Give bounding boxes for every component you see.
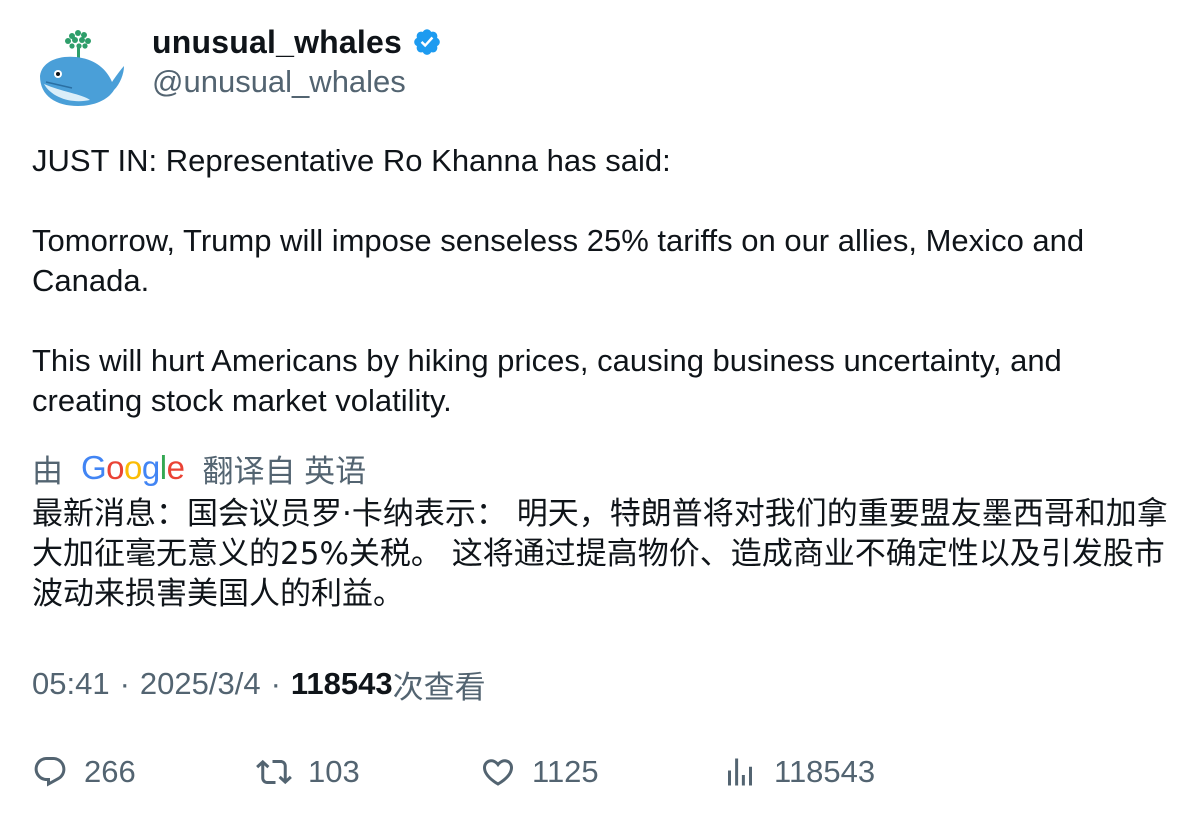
tweet-paragraph: JUST IN: Representative Ro Khanna has sa… [32, 143, 671, 178]
tweet-time[interactable]: 05:41 [32, 666, 110, 702]
repost-icon [256, 759, 292, 785]
repost-count: 103 [308, 754, 360, 789]
tweet-meta: 05:41 · 2025/3/4 · 118543 次查看 [32, 664, 486, 705]
author-names: unusual_whales @unusual_whales [152, 24, 442, 100]
display-name-row: unusual_whales [152, 24, 442, 60]
verified-badge-icon[interactable] [412, 27, 442, 57]
views-count[interactable]: 118543 [291, 666, 393, 702]
heart-icon [482, 759, 514, 786]
views-action-count: 118543 [774, 754, 876, 789]
reply-button[interactable]: 266 [32, 748, 136, 796]
tweet-body: JUST IN: Representative Ro Khanna has sa… [32, 141, 1172, 421]
action-bar: 266 103 1125 118543 [32, 748, 1172, 796]
views-button[interactable]: 118543 [722, 748, 875, 796]
tweet-paragraph: This will hurt Americans by hiking price… [32, 343, 1062, 418]
whale-logo-icon[interactable] [32, 24, 128, 120]
reply-count: 266 [84, 754, 136, 789]
translated-text: 最新消息：国会议员罗·卡纳表示： 明天，特朗普将对我们的重要盟友墨西哥和加拿大加… [32, 496, 1168, 612]
meta-separator: · [119, 666, 130, 701]
tweet-date[interactable]: 2025/3/4 [140, 666, 261, 702]
translation-source-language: 翻译自 英语 [202, 453, 367, 489]
tweet-paragraph: Tomorrow, Trump will impose senseless 25… [32, 223, 1085, 298]
tweet-header: unusual_whales @unusual_whales [32, 24, 442, 120]
repost-button[interactable]: 103 [256, 748, 360, 796]
analytics-icon [728, 758, 752, 786]
reply-icon [34, 757, 66, 787]
meta-separator: · [270, 666, 281, 701]
like-button[interactable]: 1125 [480, 748, 599, 796]
views-label: 次查看 [392, 669, 486, 705]
google-logo-icon: Google [81, 449, 185, 486]
translation-prefix: 由 [32, 453, 63, 489]
author-handle[interactable]: @unusual_whales [152, 64, 442, 100]
display-name[interactable]: unusual_whales [152, 24, 402, 61]
like-count: 1125 [532, 754, 599, 789]
translation-attribution[interactable]: 由 Google 翻译自 英语 [32, 446, 366, 490]
